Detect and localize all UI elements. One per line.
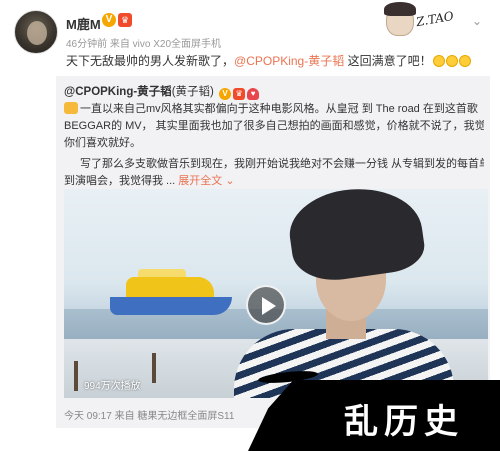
decoration-hair-icon	[384, 2, 416, 16]
watermark-text: 乱历史	[344, 402, 464, 442]
post-header: M鹿M V ♛ 46分钟前 来自 vivo X20全面屏手机 Z.TAO ⌄	[0, 0, 500, 56]
repost-author-alias: (黄子韬)	[171, 86, 214, 98]
expand-label: 展开全文	[178, 175, 223, 187]
repost-text-line: 到演唱会，我觉得我 ... 展开全文 ⌄	[64, 173, 484, 190]
post-text-suffix: 这回满意了吧！	[344, 54, 432, 68]
chevron-down-icon[interactable]: ⌄	[472, 14, 482, 28]
play-icon[interactable]	[246, 285, 286, 325]
emoji-icon	[458, 55, 471, 67]
decoration-signature: Z.TAO	[415, 8, 455, 30]
repost-author[interactable]: @CPOPKing-黄子韬	[64, 86, 172, 98]
repost-line-4: 写了那么多支歌做音乐到现在，我刚开始说我绝对不会赚一分钱 从专辑到发的每首单曲	[80, 158, 484, 170]
boat-deck	[126, 277, 214, 299]
expand-full-text-link[interactable]: 展开全文 ⌄	[175, 175, 234, 187]
hot-icon	[64, 102, 78, 114]
dock-post	[74, 361, 78, 391]
avatar-face	[27, 21, 47, 45]
repost-author-line: @CPOPKing-黄子韬(黄子韬) V ♛ ♥	[64, 83, 260, 100]
repost-line-2: BEGGAR的 MV， 其实里面我也加了很多自己想拍的画面和感觉，价格就不说了，…	[64, 120, 484, 132]
verified-badge-icon: V	[219, 88, 232, 100]
post-text-prefix: 天下无敌最帅的男人发新歌了，	[66, 54, 235, 68]
dock-post	[152, 353, 156, 383]
video-player[interactable]: 994万次播放	[64, 189, 488, 398]
emoji-icon	[432, 55, 445, 67]
verified-badge-icon: V	[102, 13, 116, 27]
card-decoration: Z.TAO	[384, 2, 464, 38]
heart-badge-icon: ♥	[247, 88, 260, 100]
emoji-icon	[445, 55, 458, 67]
repost-line-1: 一直以来自己mv风格其实都偏向于这种电影风格。从皇冠 到 The road 在到…	[80, 103, 478, 115]
repost-footer: 今天 09:17 来自 糖果无边框全面屏S11	[64, 411, 235, 422]
mention-link[interactable]: @CPOPKing-黄子韬	[234, 54, 344, 68]
post-text: 天下无敌最帅的男人发新歌了，@CPOPKing-黄子韬 这回满意了吧！	[66, 52, 486, 70]
repost-line-3: 你们喜欢就好。	[64, 137, 141, 149]
repost-text-line: 一直以来自己mv风格其实都偏向于这种电影风格。从皇冠 到 The road 在到…	[64, 101, 484, 118]
video-view-count: 994万次播放	[84, 381, 141, 392]
boat-hull	[110, 297, 232, 315]
vip-badge-icon: ♛	[118, 13, 132, 27]
username[interactable]: M鹿M	[66, 14, 101, 33]
person-hair	[284, 189, 428, 286]
avatar[interactable]	[14, 10, 58, 54]
vip-badge-icon: ♛	[233, 88, 246, 100]
post-meta: 46分钟前 来自 vivo X20全面屏手机	[66, 39, 222, 50]
chevron-down-icon: ⌄	[225, 175, 235, 187]
repost-line-5: 到演唱会，我觉得我 ...	[64, 175, 176, 187]
